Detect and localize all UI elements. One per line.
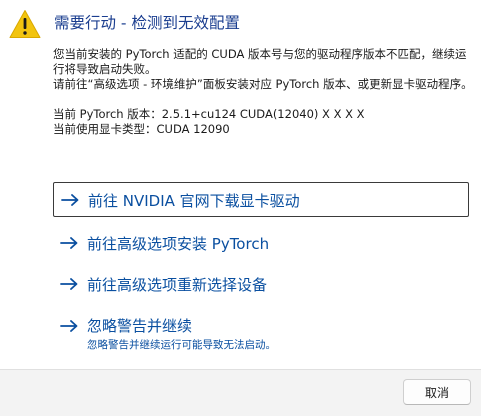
reselect-device-link[interactable]: 前往高级选项重新选择设备 bbox=[53, 267, 469, 301]
arrow-right-icon bbox=[60, 237, 78, 249]
command-label: 前往高级选项安装 PyTorch bbox=[87, 235, 270, 253]
ignore-warning-link[interactable]: 忽略警告并继续 忽略警告并继续运行可能导致无法启动。 bbox=[53, 309, 469, 355]
dialog-header: 需要行动 - 检测到无效配置 bbox=[9, 7, 473, 41]
dialog-description: 您当前安装的 PyTorch 适配的 CUDA 版本号与您的驱动程序版本不匹配，… bbox=[53, 47, 473, 137]
command-label: 前往 NVIDIA 官网下载显卡驱动 bbox=[88, 192, 300, 210]
cancel-button[interactable]: 取消 bbox=[403, 379, 471, 405]
arrow-right-icon bbox=[60, 320, 78, 332]
install-pytorch-link[interactable]: 前往高级选项安装 PyTorch bbox=[53, 226, 469, 260]
command-note: 忽略警告并继续运行可能导致无法启动。 bbox=[87, 339, 276, 351]
download-nvidia-driver-link[interactable]: 前往 NVIDIA 官网下载显卡驱动 bbox=[53, 182, 469, 217]
arrow-right-icon bbox=[60, 278, 78, 290]
command-label: 前往高级选项重新选择设备 bbox=[87, 276, 268, 294]
warning-icon bbox=[9, 10, 41, 38]
dialog-title: 需要行动 - 检测到无效配置 bbox=[54, 14, 240, 32]
gpu-type-text: 当前使用显卡类型：CUDA 12090 bbox=[53, 122, 230, 136]
torch-version-text: 当前 PyTorch 版本：2.5.1+cu124 CUDA(12040) X … bbox=[53, 107, 365, 121]
command-label: 忽略警告并继续 bbox=[87, 317, 193, 335]
dialog-footer: 取消 bbox=[0, 369, 481, 416]
description-paragraph: 请前往“高级选项 - 环境维护”面板安装对应 PyTorch 版本、或更新显卡驱… bbox=[53, 77, 473, 91]
arrow-right-icon bbox=[61, 194, 79, 206]
description-paragraph: 您当前安装的 PyTorch 适配的 CUDA 版本号与您的驱动程序版本不匹配，… bbox=[53, 47, 467, 76]
